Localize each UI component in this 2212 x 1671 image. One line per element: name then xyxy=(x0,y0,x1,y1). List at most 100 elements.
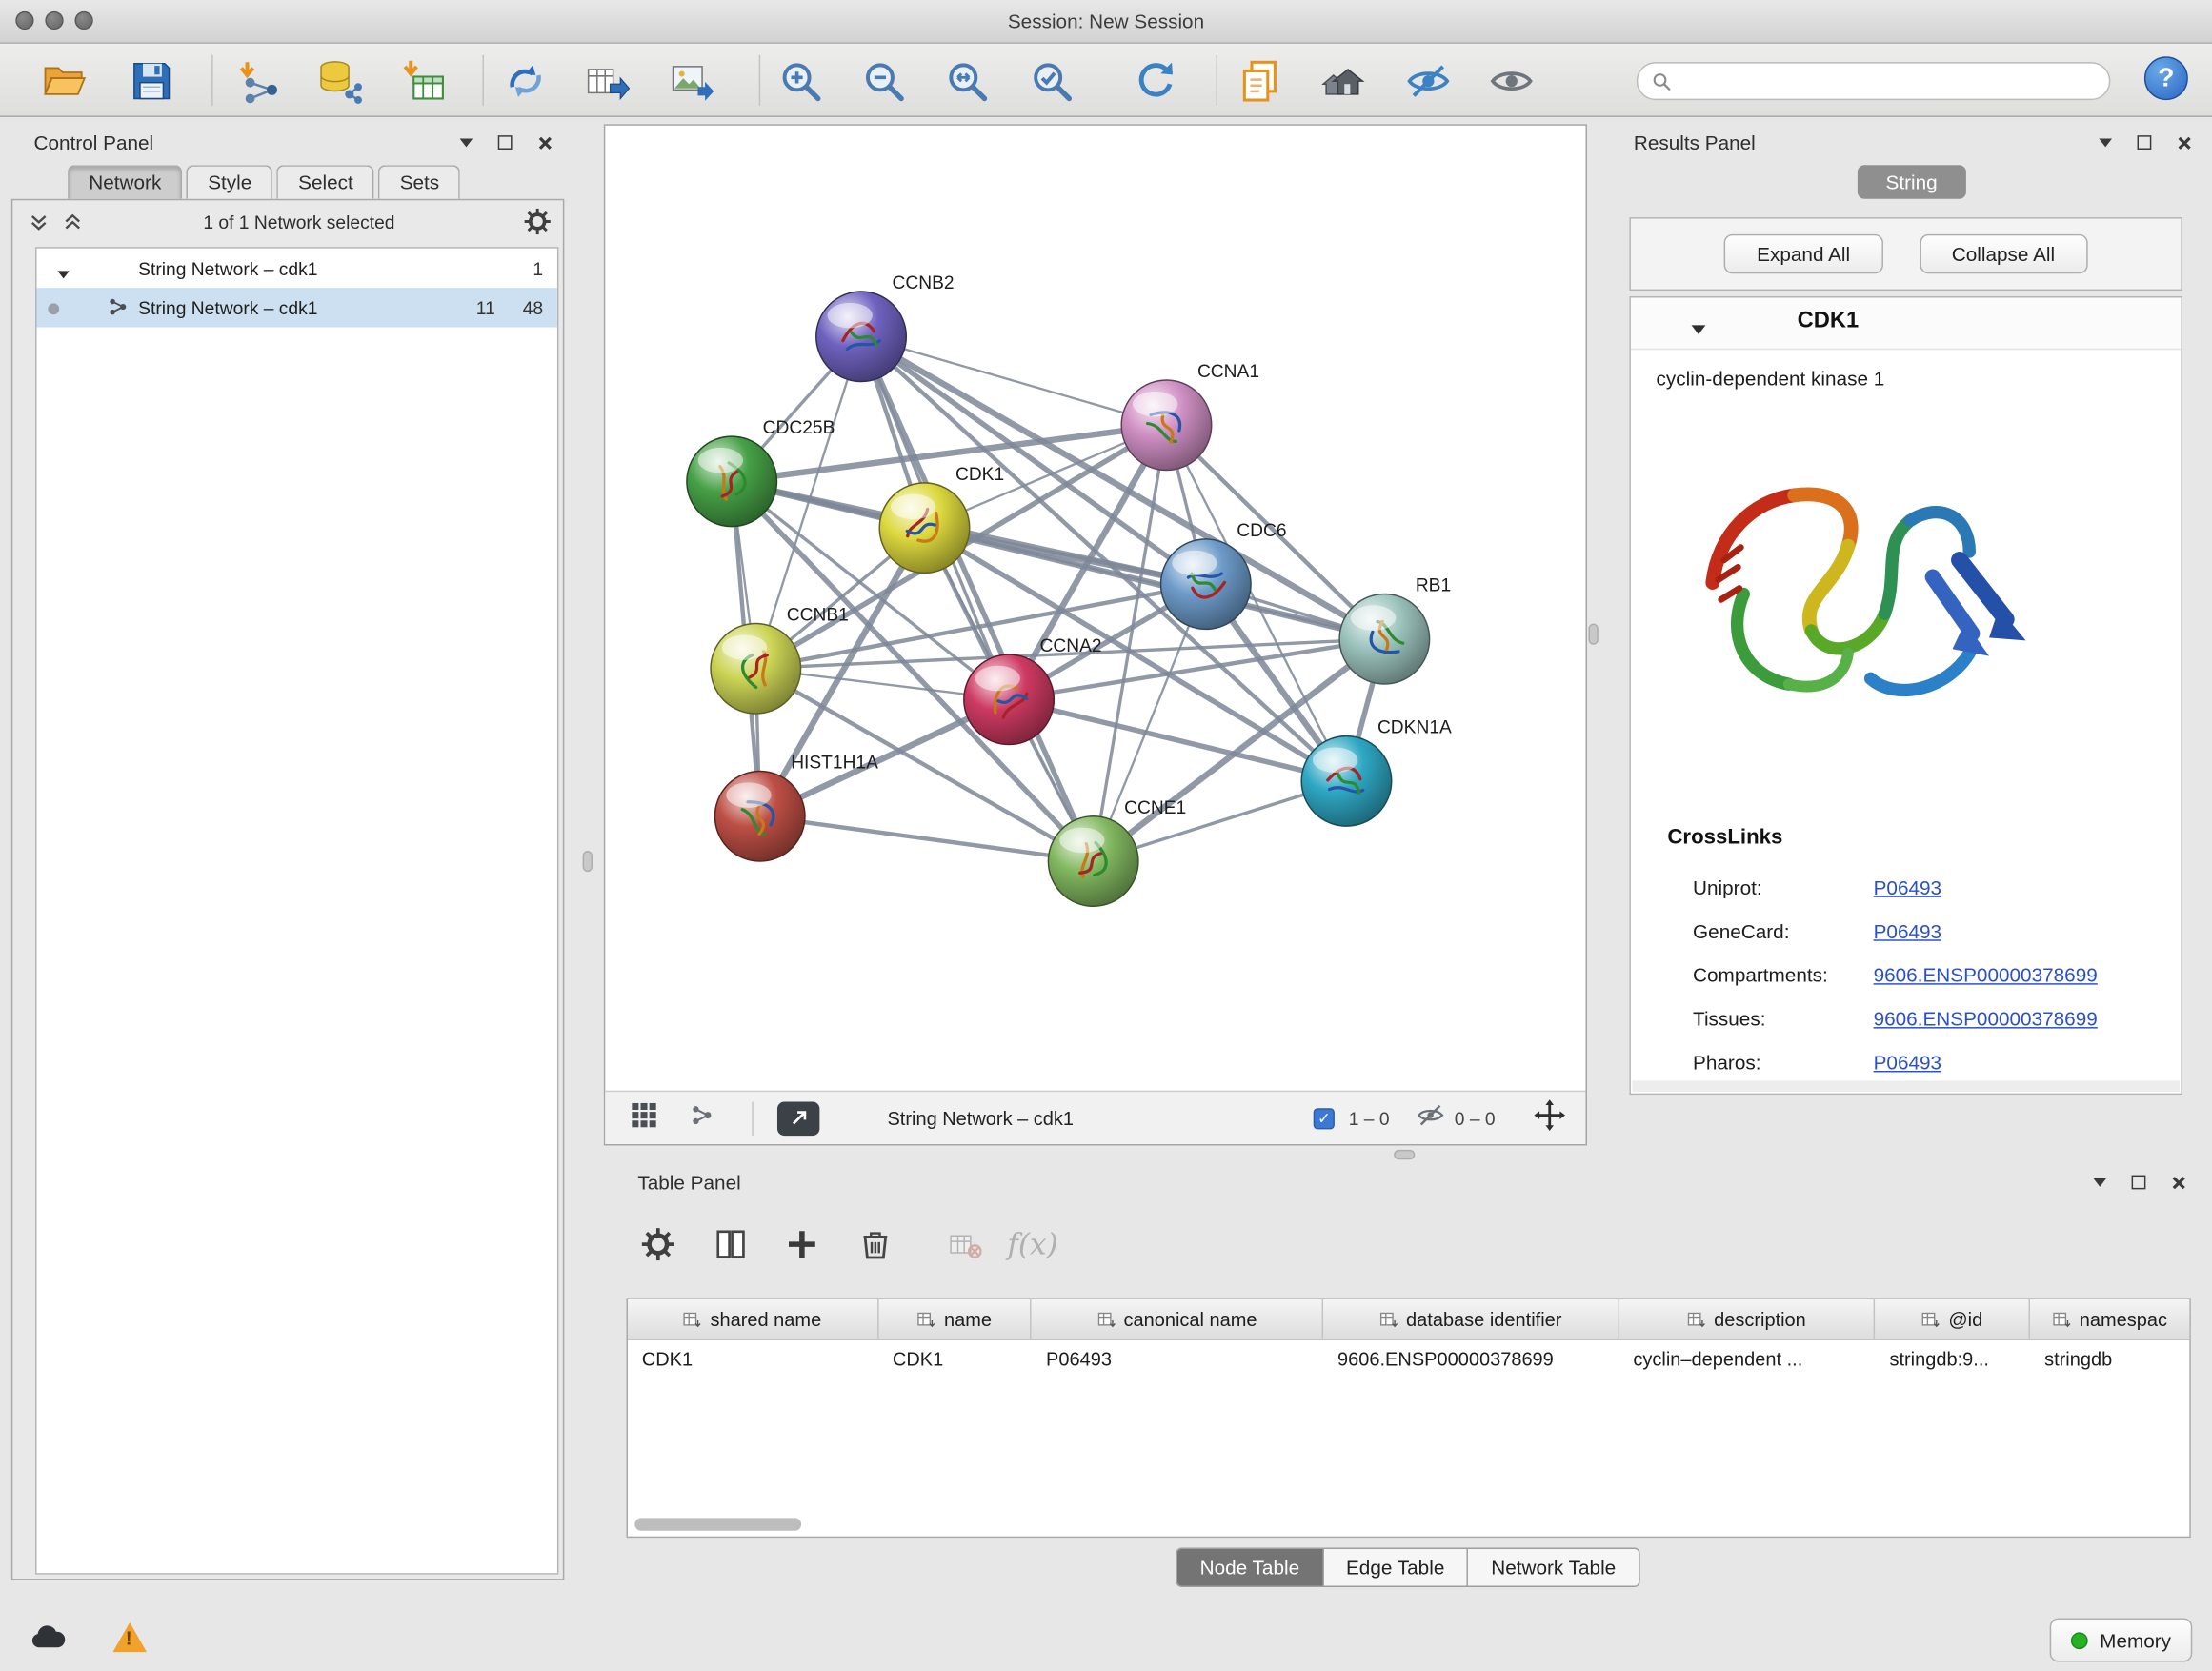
import-table-from-file-button[interactable] xyxy=(396,53,450,107)
network-node-cdk1[interactable] xyxy=(879,483,970,574)
show-columns-icon[interactable] xyxy=(714,1227,748,1261)
zoom-fit-button[interactable] xyxy=(939,53,993,107)
import-network-from-database-button[interactable] xyxy=(312,53,365,107)
collapse-all-button[interactable]: Collapse All xyxy=(1920,234,2087,273)
pan-crosshair-icon[interactable] xyxy=(1534,1098,1566,1137)
expand-all-button[interactable]: Expand All xyxy=(1724,234,1882,273)
network-tab-body: 1 of 1 Network selected String Network –… xyxy=(11,199,565,1580)
window-close-button[interactable] xyxy=(15,11,33,30)
table-cell[interactable]: stringdb:9... xyxy=(1876,1349,2031,1370)
zoom-out-button[interactable] xyxy=(856,53,910,107)
network-options-gear-icon[interactable] xyxy=(523,209,552,234)
tab-string[interactable]: String xyxy=(1858,165,1965,199)
export-image-button[interactable] xyxy=(664,53,717,107)
save-session-button[interactable] xyxy=(124,53,177,107)
network-node-hist1h1a[interactable] xyxy=(714,772,805,862)
import-network-from-file-button[interactable] xyxy=(231,53,285,107)
control-panel-collapse-icon[interactable] xyxy=(452,130,480,155)
crosslink-link[interactable]: P06493 xyxy=(1874,876,1941,898)
selected-checkbox-icon[interactable]: ✓ xyxy=(1314,1107,1335,1128)
node-table: shared name name canonical name database… xyxy=(627,1298,2191,1538)
refresh-view-button[interactable] xyxy=(1129,53,1182,107)
hide-selected-button[interactable] xyxy=(1401,53,1455,107)
network-node-ccnb1[interactable] xyxy=(711,624,801,715)
bottom-splitter-handle[interactable] xyxy=(1394,1150,1415,1159)
crosslink-link[interactable]: 9606.ENSP00000378699 xyxy=(1874,1007,2098,1030)
table-options-gear-icon[interactable] xyxy=(640,1227,675,1262)
column-header[interactable]: canonical name xyxy=(1032,1299,1323,1339)
clone-network-button[interactable] xyxy=(498,53,552,107)
search-input[interactable] xyxy=(1680,70,2109,93)
control-panel-close-icon[interactable] xyxy=(531,130,559,155)
results-panel-float-icon[interactable] xyxy=(2130,130,2159,155)
network-node-rb1[interactable] xyxy=(1339,594,1430,684)
warning-icon[interactable] xyxy=(112,1622,147,1660)
table-row[interactable]: CDK1 CDK1 P06493 9606.ENSP00000378699 cy… xyxy=(628,1340,2189,1379)
grid-view-icon[interactable] xyxy=(631,1101,657,1136)
column-header[interactable]: name xyxy=(878,1299,1032,1339)
network-node-ccna2[interactable] xyxy=(964,654,1055,745)
table-cell[interactable]: 9606.ENSP00000378699 xyxy=(1323,1349,1619,1370)
tab-node-table[interactable]: Node Table xyxy=(1177,1549,1323,1586)
right-splitter-handle[interactable] xyxy=(1588,624,1598,645)
column-header[interactable]: namespac xyxy=(2030,1299,2189,1339)
table-cell[interactable]: stringdb xyxy=(2030,1349,2189,1370)
collapse-all-networks-icon[interactable] xyxy=(24,209,52,234)
network-row[interactable]: String Network – cdk1 11 48 xyxy=(37,288,557,327)
column-header[interactable]: shared name xyxy=(628,1299,878,1339)
tab-style[interactable]: Style xyxy=(187,165,273,199)
left-splitter-handle[interactable] xyxy=(583,851,593,872)
tab-select[interactable]: Select xyxy=(277,165,374,199)
crosslink-link[interactable]: 9606.ENSP00000378699 xyxy=(1874,963,2098,986)
tab-edge-table[interactable]: Edge Table xyxy=(1323,1549,1468,1586)
open-session-button[interactable] xyxy=(37,53,90,107)
crosslink-link[interactable]: P06493 xyxy=(1874,919,1941,942)
table-cell[interactable]: P06493 xyxy=(1032,1349,1323,1370)
tab-network[interactable]: Network xyxy=(68,165,182,199)
results-panel-collapse-icon[interactable] xyxy=(2091,130,2120,155)
add-column-icon[interactable] xyxy=(784,1227,819,1262)
table-panel-close-icon[interactable] xyxy=(2164,1170,2193,1196)
scrollbar-thumb[interactable] xyxy=(634,1518,801,1530)
zoom-in-button[interactable] xyxy=(774,53,827,107)
gene-card-header[interactable]: CDK1 xyxy=(1631,297,2182,350)
delete-column-icon[interactable] xyxy=(857,1227,893,1262)
home-button[interactable] xyxy=(1317,53,1371,107)
control-panel-float-icon[interactable] xyxy=(491,130,519,155)
results-horizontal-scrollbar[interactable] xyxy=(1632,1080,2180,1092)
window-zoom-button[interactable] xyxy=(74,11,92,30)
network-node-ccna1[interactable] xyxy=(1121,380,1212,471)
table-cell[interactable]: cyclin–dependent ... xyxy=(1619,1349,1876,1370)
table-cell[interactable]: CDK1 xyxy=(628,1349,878,1370)
graphics-details-button[interactable] xyxy=(777,1101,819,1136)
disclosure-triangle-icon[interactable] xyxy=(56,262,70,283)
gene-disclosure-triangle-icon[interactable] xyxy=(1690,317,1707,343)
crosslink-link[interactable]: P06493 xyxy=(1874,1051,1941,1074)
network-small-icon[interactable] xyxy=(690,1102,714,1134)
zoom-selected-button[interactable] xyxy=(1024,53,1077,107)
network-node-cdc6[interactable] xyxy=(1161,539,1252,630)
network-node-ccne1[interactable] xyxy=(1048,816,1138,907)
network-collection-row[interactable]: String Network – cdk1 1 xyxy=(37,249,557,288)
network-canvas[interactable]: CCNB2CCNA1CDC25BCDK1CDC6RB1CCNB1CCNA2CDK… xyxy=(605,126,1585,1094)
tab-network-table[interactable]: Network Table xyxy=(1469,1549,1639,1586)
cloud-status-icon[interactable] xyxy=(29,1622,67,1658)
expand-all-networks-icon[interactable] xyxy=(58,209,87,234)
column-header[interactable]: @id xyxy=(1876,1299,2031,1339)
table-panel-float-icon[interactable] xyxy=(2124,1170,2153,1196)
annotations-button[interactable] xyxy=(1233,53,1286,107)
table-panel-collapse-icon[interactable] xyxy=(2085,1170,2114,1196)
column-header[interactable]: description xyxy=(1619,1299,1876,1339)
export-network-button[interactable] xyxy=(580,53,633,107)
tab-sets[interactable]: Sets xyxy=(378,165,460,199)
network-node-cdc25b[interactable] xyxy=(687,436,777,527)
results-panel-close-icon[interactable] xyxy=(2170,130,2199,155)
help-button[interactable]: ? xyxy=(2144,56,2188,100)
network-node-cdkn1a[interactable] xyxy=(1301,736,1392,827)
column-header[interactable]: database identifier xyxy=(1323,1299,1619,1339)
memory-button[interactable]: Memory xyxy=(2050,1619,2192,1662)
window-minimize-button[interactable] xyxy=(45,11,63,30)
table-cell[interactable]: CDK1 xyxy=(878,1349,1032,1370)
show-all-button[interactable] xyxy=(1484,53,1538,107)
network-node-ccnb2[interactable] xyxy=(816,292,907,382)
